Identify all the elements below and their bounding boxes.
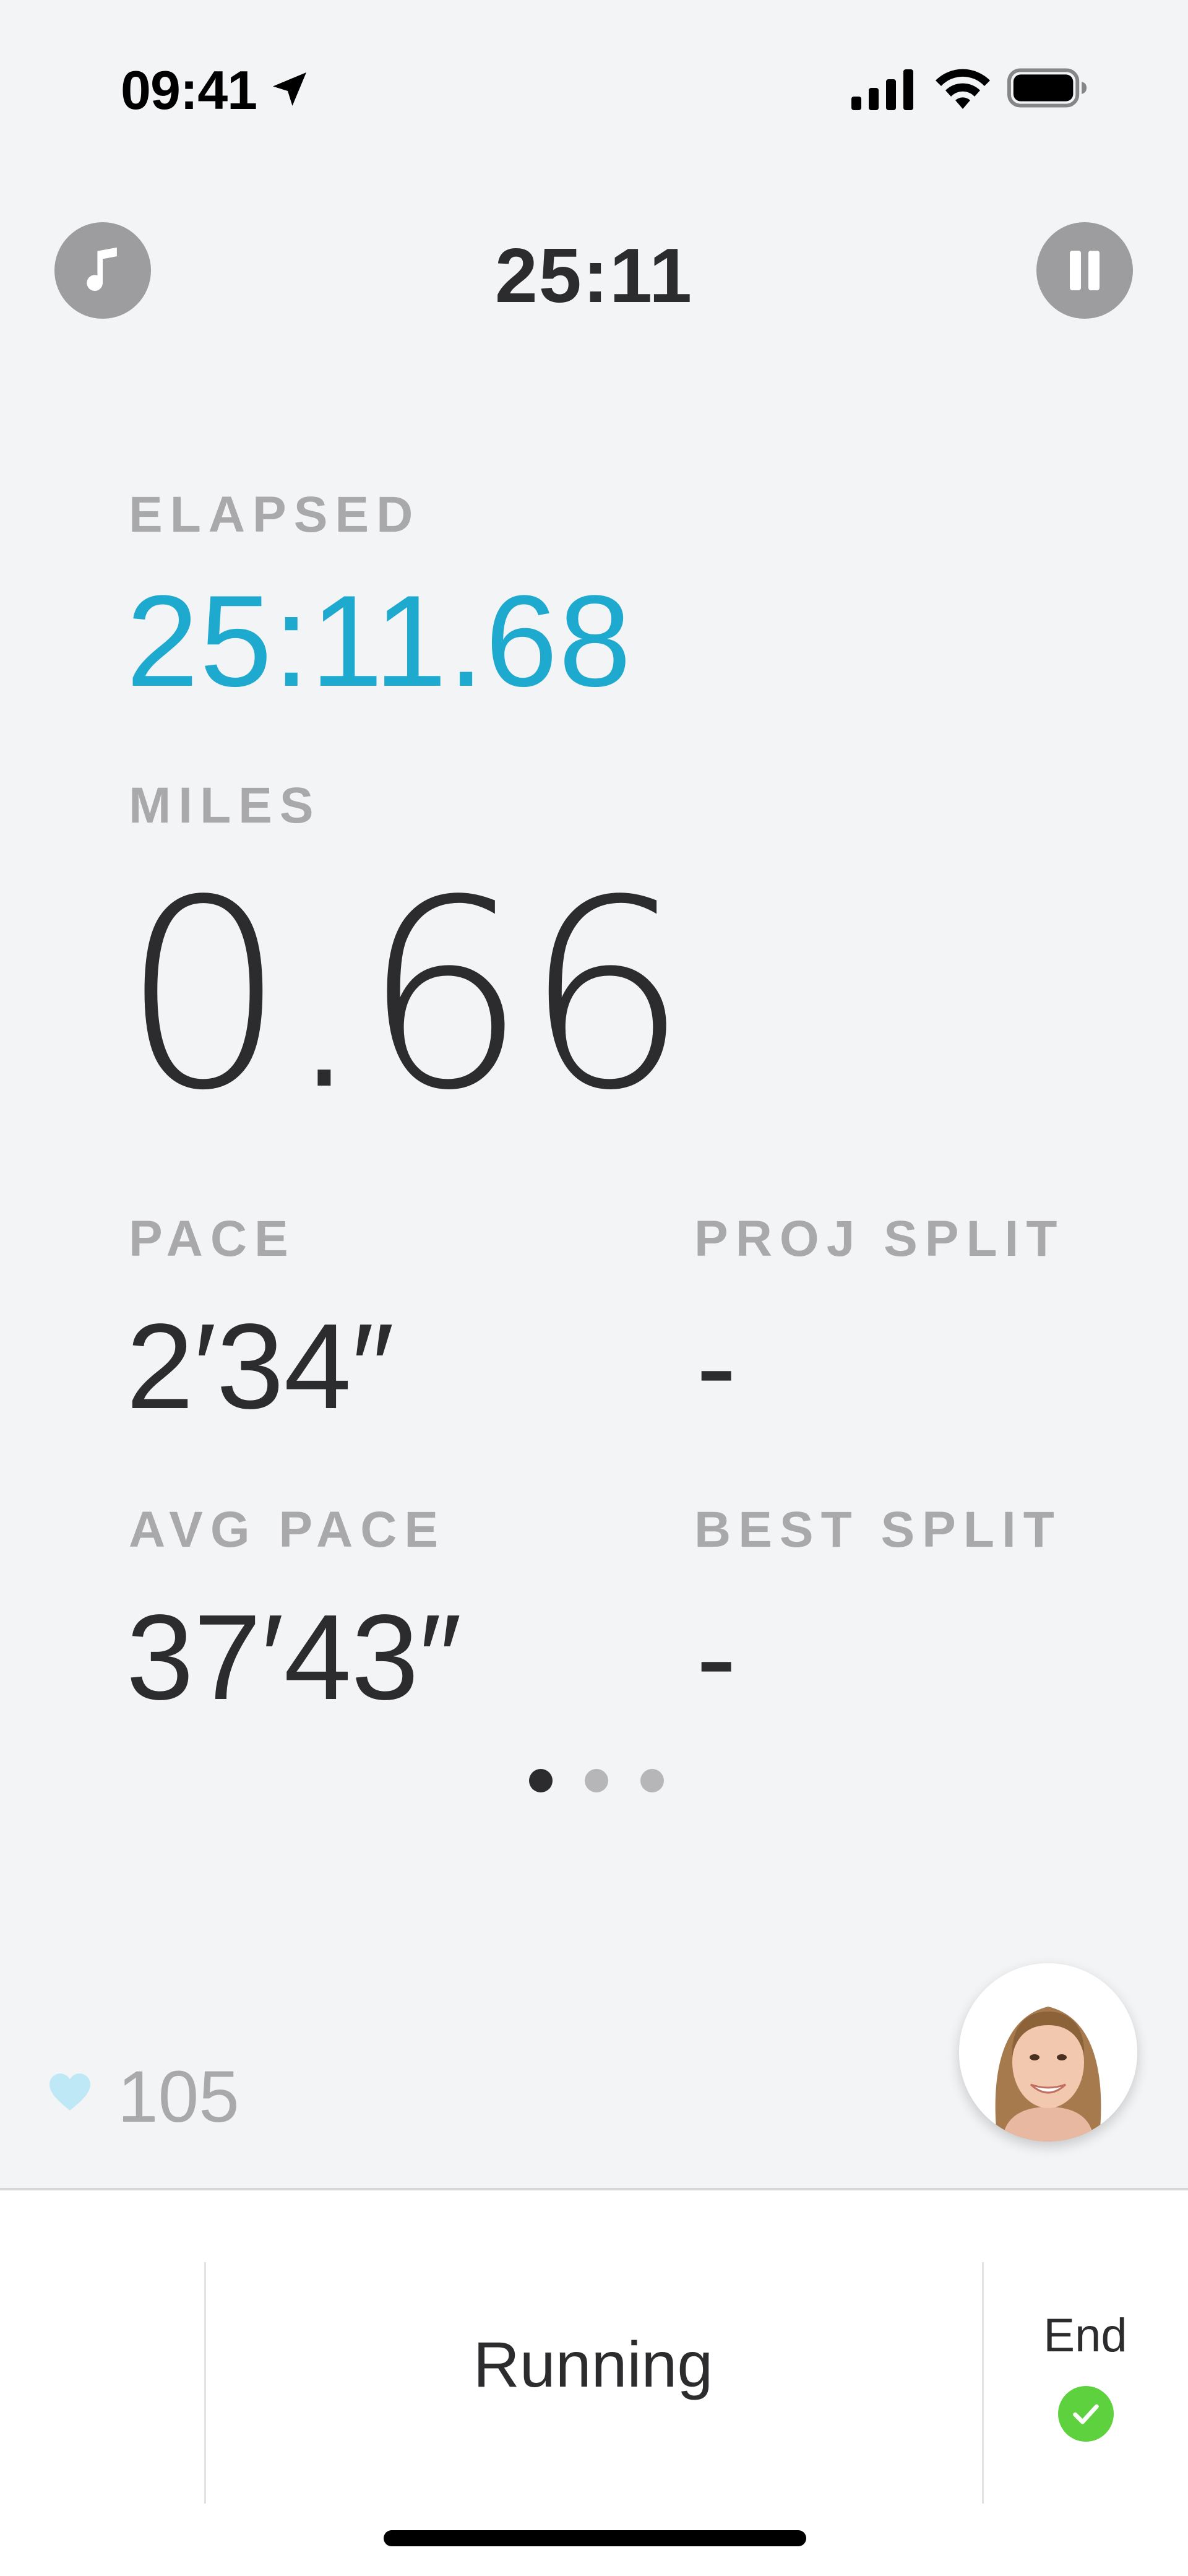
- divider: [982, 2262, 984, 2504]
- page-dot[interactable]: [529, 1769, 553, 1792]
- coach-portrait-icon: [959, 1963, 1137, 2142]
- pause-button[interactable]: [1036, 222, 1133, 319]
- pace-value: 2′34″: [126, 1299, 395, 1434]
- page-dot[interactable]: [585, 1769, 608, 1792]
- pace-label: PACE: [129, 1211, 296, 1267]
- end-label[interactable]: End: [1002, 2309, 1168, 2362]
- music-button[interactable]: [54, 222, 151, 319]
- battery-icon: [1007, 68, 1087, 108]
- home-indicator[interactable]: [384, 2530, 806, 2546]
- page-indicator[interactable]: [529, 1769, 664, 1792]
- proj-split-label: PROJ SPLIT: [694, 1211, 1065, 1267]
- location-arrow-icon: [273, 72, 306, 106]
- pause-icon: [1070, 251, 1100, 290]
- best-split-value: -: [696, 1589, 737, 1725]
- music-note-icon: [87, 247, 117, 291]
- miles-value: 0.66: [121, 845, 689, 1148]
- coach-avatar[interactable]: [959, 1963, 1137, 2142]
- elapsed-value: 25:11.68: [126, 568, 632, 714]
- best-split-label: BEST SPLIT: [694, 1502, 1062, 1558]
- wifi-icon: [936, 69, 990, 109]
- heart-icon: [50, 2073, 90, 2111]
- status-time: 09:41: [121, 59, 257, 121]
- end-button[interactable]: [1058, 2386, 1114, 2442]
- cellular-signal-icon: [851, 69, 913, 110]
- page-dot[interactable]: [640, 1769, 664, 1792]
- proj-split-value: -: [696, 1299, 737, 1434]
- checkmark-icon: [1073, 2404, 1099, 2424]
- heart-rate-value: 105: [118, 2056, 239, 2138]
- header-timer: 25:11: [494, 233, 694, 319]
- miles-label: MILES: [129, 777, 321, 834]
- elapsed-label: ELAPSED: [129, 486, 421, 543]
- avg-pace-label: AVG PACE: [129, 1502, 446, 1558]
- workout-mode-button[interactable]: Running: [204, 2328, 982, 2402]
- avg-pace-value: 37′43″: [126, 1589, 462, 1725]
